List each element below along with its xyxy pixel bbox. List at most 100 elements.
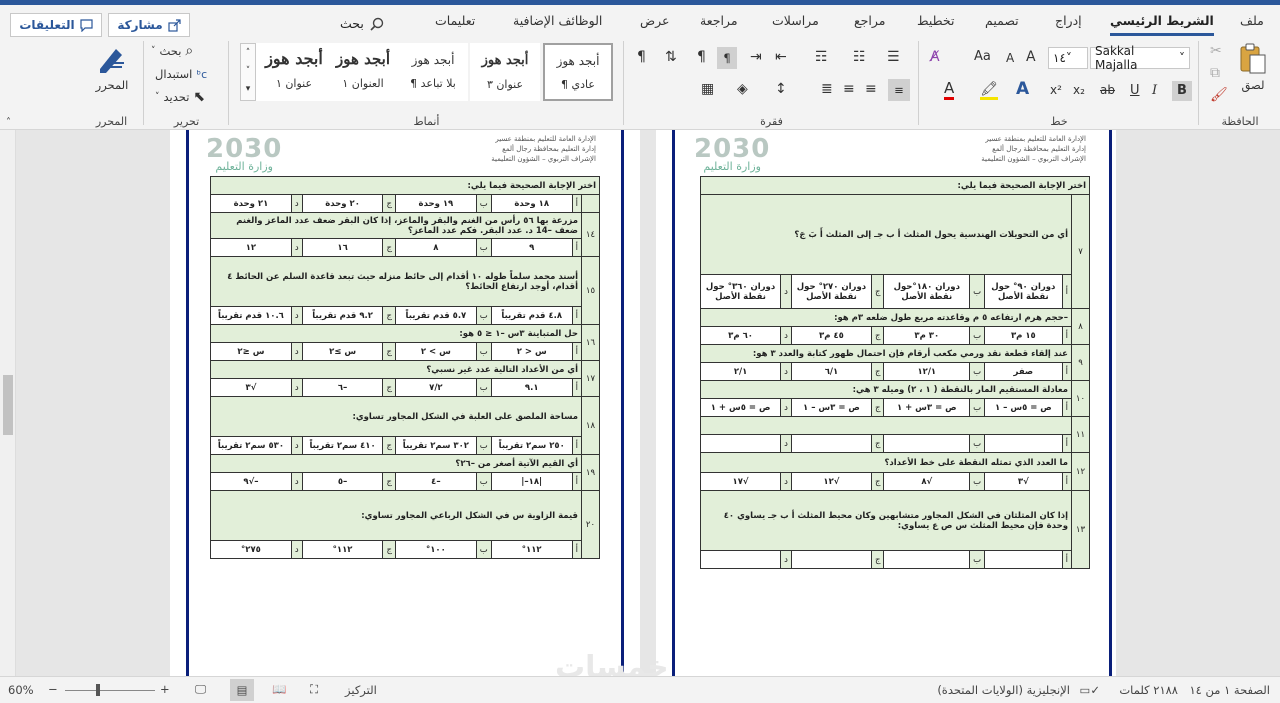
option-value[interactable]: ١٢ [210, 238, 292, 257]
tab-view[interactable]: عرض [640, 13, 669, 28]
option-value[interactable]: ١٢/١ [883, 362, 971, 381]
zoom-in-icon[interactable]: + [160, 682, 170, 696]
option-value[interactable]: ٩.١ [490, 378, 573, 397]
tab-review[interactable]: مراجعة [700, 13, 738, 28]
option-value[interactable]: ٦٠ م٣ [699, 326, 782, 345]
print-layout-icon[interactable]: ▤ [230, 679, 254, 701]
replace-button[interactable]: استبدال ᵇc [155, 67, 207, 81]
share-button[interactable]: مشاركة [108, 13, 190, 37]
focus-icon[interactable]: ⛶ [310, 682, 318, 697]
style-normal[interactable]: أبجد هوز ¶ عادي [543, 43, 613, 101]
option-value[interactable]: ٩.٢ قدم تقريباً [301, 306, 384, 325]
rtl-paragraph-icon[interactable]: ¶ [717, 47, 737, 69]
superscript-button[interactable]: x² [1050, 83, 1062, 97]
tab-addins[interactable]: الوظائف الإضافية [513, 13, 602, 28]
bullets-icon[interactable]: ☰ [887, 49, 900, 65]
word-count[interactable]: ٢١٨٨ كلمات [1119, 683, 1178, 697]
option-value[interactable]: –٤ [394, 472, 477, 491]
option-value[interactable]: دوران ٩٠° حول نقطة الأصل [984, 274, 1063, 309]
option-value[interactable] [984, 434, 1063, 453]
clear-formatting-icon[interactable]: A̸ [930, 49, 940, 65]
underline-button[interactable]: U [1130, 83, 1140, 98]
option-value[interactable]: –٥ [301, 472, 384, 491]
show-marks-icon[interactable]: ¶ [637, 49, 646, 65]
comments-button[interactable]: التعليقات [10, 13, 102, 37]
web-layout-icon[interactable]: 🖵 [195, 682, 206, 697]
option-value[interactable] [883, 434, 971, 453]
option-value[interactable]: ١١٢° [301, 540, 384, 559]
option-value[interactable] [883, 550, 971, 569]
option-value[interactable] [790, 434, 872, 453]
text-effects-icon[interactable]: A [1016, 79, 1029, 99]
option-value[interactable]: دوران ٣٦٠° حول نقطة الأصل [699, 274, 782, 309]
proofing-icon[interactable]: ▭✓ [1079, 683, 1100, 697]
option-value[interactable]: ص = ٣س – ١ [790, 398, 872, 417]
zoom-level[interactable]: 60% [8, 683, 34, 697]
shrink-font-button[interactable]: A [1006, 51, 1014, 65]
option-value[interactable] [790, 550, 872, 569]
option-value[interactable]: س > ٢ [394, 342, 477, 361]
editor-button[interactable]: المحرر [92, 43, 132, 92]
format-painter-icon[interactable]: 🖌 [1210, 87, 1228, 103]
bold-button[interactable]: B [1172, 81, 1192, 101]
option-value[interactable]: √١٢ [790, 472, 872, 491]
increase-indent-icon[interactable]: ⇥ [750, 49, 762, 65]
scrollbar-thumb[interactable] [3, 375, 13, 435]
borders-icon[interactable]: ▦ [701, 81, 714, 97]
option-value[interactable]: ٤.٨ قدم تقريباً [490, 306, 573, 325]
option-value[interactable]: س ≥٢ [301, 342, 384, 361]
option-value[interactable]: ٤٥ م٣ [790, 326, 872, 345]
align-left-icon[interactable]: ≡ [843, 81, 855, 97]
tab-insert[interactable]: إدراج [1055, 13, 1082, 28]
tab-help[interactable]: تعليمات [435, 13, 475, 28]
tab-mailings[interactable]: مراسلات [772, 13, 819, 28]
zoom-slider[interactable] [65, 690, 155, 691]
select-button[interactable]: ˅ تحديد ⬉ [155, 89, 205, 105]
style-no-spacing[interactable]: أبجد هوز ¶ بلا تباعد [398, 43, 468, 101]
option-value[interactable]: √١٧ [699, 472, 782, 491]
option-value[interactable]: ٥.٧ قدم تقريباً [394, 306, 477, 325]
style-heading1[interactable]: أبجد هوز عنوان ١ [258, 43, 330, 101]
italic-button[interactable]: I [1152, 83, 1157, 98]
option-value[interactable]: ١٦ [301, 238, 384, 257]
option-value[interactable]: س < ٢ [490, 342, 573, 361]
font-size-select[interactable]: ١٤ ˅ [1048, 47, 1088, 69]
ltr-paragraph-icon[interactable]: ¶ [697, 49, 706, 65]
tab-home[interactable]: الشريط الرئيسي [1110, 13, 1214, 36]
option-value[interactable]: ص = ٥س – ١ [984, 398, 1063, 417]
option-value[interactable]: ص = ٣س + ١ [883, 398, 971, 417]
option-value[interactable]: ٢٥٠ سم٢ تقريباً [490, 436, 573, 455]
page-count[interactable]: الصفحة ١ من ١٤ [1189, 683, 1270, 697]
style-title1[interactable]: أبجد هوز العنوان ١ [328, 43, 398, 101]
option-value[interactable]: –٦ [301, 378, 384, 397]
tab-file[interactable]: ملف [1240, 13, 1264, 28]
option-value[interactable]: دوران ١٨٠°حول نقطة الأصل [883, 274, 971, 309]
tab-references[interactable]: مراجع [854, 13, 885, 28]
search-box[interactable]: بحث [340, 16, 384, 31]
vertical-scrollbar[interactable] [0, 130, 16, 676]
option-value[interactable]: ص = ٥س + ١ [699, 398, 782, 417]
justify-icon[interactable]: ≣ [821, 81, 833, 97]
option-value[interactable]: ٢/١ [699, 362, 782, 381]
align-center-icon[interactable]: ≡ [865, 81, 877, 97]
change-case-button[interactable]: Aa [974, 49, 991, 64]
option-value[interactable]: –√٩ [210, 472, 292, 491]
option-value[interactable]: ٢٠ وحدة [301, 194, 384, 213]
option-value[interactable]: |١٨–| [490, 472, 573, 491]
option-value[interactable]: س ≤٢ [210, 342, 292, 361]
line-spacing-icon[interactable]: ↕ [775, 81, 787, 97]
option-value[interactable]: ٣٠٢ سم٢ تقريباً [394, 436, 477, 455]
option-value[interactable]: √٣ [210, 378, 292, 397]
zoom-out-icon[interactable]: − [48, 682, 58, 696]
option-value[interactable]: صفر [984, 362, 1063, 381]
option-value[interactable]: ١٨ وحدة [490, 194, 573, 213]
strikethrough-button[interactable]: ab [1100, 83, 1115, 97]
sort-icon[interactable]: ⇅ [665, 49, 677, 65]
option-value[interactable]: ٢١ وحدة [210, 194, 292, 213]
zoom-slider-thumb[interactable] [96, 684, 100, 696]
option-value[interactable]: √٣ [984, 472, 1063, 491]
font-name-select[interactable]: Sakkal Majalla ˅ [1090, 44, 1190, 72]
option-value[interactable]: ١٠.٦ قدم تقريباً [210, 306, 292, 325]
collapse-ribbon-icon[interactable]: ˄ [6, 117, 11, 128]
copy-icon[interactable]: ⧉ [1210, 65, 1220, 81]
